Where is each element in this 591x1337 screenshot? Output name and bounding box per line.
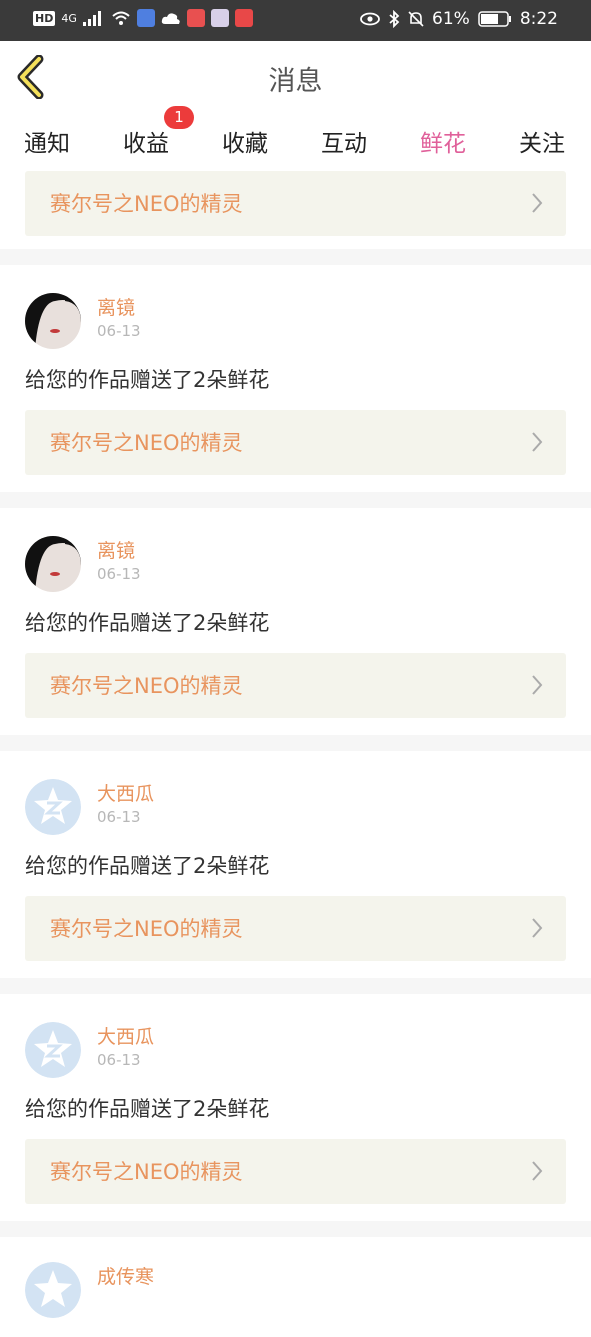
message-date: 06-13 <box>97 565 141 583</box>
list-item: 大西瓜 06-13 给您的作品赠送了2朵鲜花 赛尔号之NEO的精灵 <box>0 994 591 1221</box>
tab-bar: 通知 收益 收藏 互动 鲜花 关注 <box>0 113 591 173</box>
user-row: 大西瓜 06-13 <box>0 779 591 849</box>
list-item: 离镜 06-13 给您的作品赠送了2朵鲜花 赛尔号之NEO的精灵 <box>0 508 591 735</box>
mute-bell-icon <box>408 11 424 27</box>
work-link-text: 赛尔号之NEO的精灵 <box>50 431 243 455</box>
work-link[interactable]: 赛尔号之NEO的精灵 <box>25 1139 566 1204</box>
avatar[interactable] <box>25 779 81 835</box>
user-row: 离镜 06-13 <box>0 536 591 606</box>
user-name[interactable]: 成传寒 <box>97 1262 154 1289</box>
user-name[interactable]: 大西瓜 <box>97 1022 154 1049</box>
tab-favorites[interactable]: 收藏 <box>210 124 280 158</box>
chevron-right-icon <box>532 432 543 452</box>
status-bar: HD 4G 61% 8:22 <box>0 0 591 41</box>
list-item: 赛尔号之NEO的精灵 <box>0 167 591 249</box>
avatar[interactable] <box>25 536 81 592</box>
music-app-icon <box>136 9 155 27</box>
work-link-text: 赛尔号之NEO的精灵 <box>50 192 243 216</box>
work-link-text: 赛尔号之NEO的精灵 <box>50 674 243 698</box>
divider <box>0 1221 591 1237</box>
avatar[interactable] <box>25 293 81 349</box>
message-text: 给您的作品赠送了2朵鲜花 <box>25 611 270 635</box>
divider <box>0 249 591 265</box>
clock: 8:22 <box>519 9 558 29</box>
user-row: 大西瓜 06-13 <box>0 1022 591 1092</box>
cloud-icon <box>161 13 180 24</box>
battery-percent: 61% <box>432 9 470 29</box>
user-row: 离镜 06-13 <box>0 293 591 363</box>
work-link[interactable]: 赛尔号之NEO的精灵 <box>25 410 566 475</box>
message-text: 给您的作品赠送了2朵鲜花 <box>25 1097 270 1121</box>
tab-notifications[interactable]: 通知 <box>12 124 82 158</box>
list-item: 离镜 06-13 给您的作品赠送了2朵鲜花 赛尔号之NEO的精灵 <box>0 265 591 492</box>
user-name[interactable]: 离镜 <box>97 293 135 320</box>
work-link[interactable]: 赛尔号之NEO的精灵 <box>25 171 566 236</box>
signal-icon: 4G <box>61 11 77 25</box>
chevron-right-icon <box>532 918 543 938</box>
eye-icon <box>360 12 380 26</box>
avatar[interactable] <box>25 1262 81 1318</box>
work-link[interactable]: 赛尔号之NEO的精灵 <box>25 896 566 961</box>
tab-flowers-label: 鲜花 <box>420 131 466 157</box>
default-avatar-icon <box>25 1022 81 1078</box>
colorful-app-icon <box>210 9 229 27</box>
chevron-right-icon <box>532 193 543 213</box>
page-title: 消息 <box>268 66 323 97</box>
earnings-badge: 1 <box>164 106 194 129</box>
list-item: 成传寒 <box>0 1237 591 1337</box>
wifi-icon <box>112 11 130 25</box>
red-app-icon <box>186 9 205 27</box>
divider <box>0 978 591 994</box>
signal-bars-icon <box>82 11 101 26</box>
message-text: 给您的作品赠送了2朵鲜花 <box>25 368 270 392</box>
message-date: 06-13 <box>97 322 141 340</box>
hd-indicator: HD <box>33 10 56 26</box>
default-avatar-icon <box>25 779 81 835</box>
divider <box>0 492 591 508</box>
user-name[interactable]: 大西瓜 <box>97 779 154 806</box>
app-header: 消息 <box>0 41 591 114</box>
user-name[interactable]: 离镜 <box>97 536 135 563</box>
list-item: 大西瓜 06-13 给您的作品赠送了2朵鲜花 赛尔号之NEO的精灵 <box>0 751 591 978</box>
shop-app-icon <box>234 9 253 27</box>
tab-earnings[interactable]: 收益 <box>111 124 181 158</box>
work-link-text: 赛尔号之NEO的精灵 <box>50 917 243 941</box>
divider <box>0 735 591 751</box>
chevron-right-icon <box>532 675 543 695</box>
user-row: 成传寒 <box>0 1262 591 1332</box>
tab-interactions[interactable]: 互动 <box>309 124 379 158</box>
message-list: 赛尔号之NEO的精灵 离镜 06-13 给您的作品赠送了2朵鲜花 赛尔号之NEO… <box>0 167 591 1337</box>
work-link-text: 赛尔号之NEO的精灵 <box>50 1160 243 1184</box>
tab-flowers[interactable]: 鲜花 <box>408 124 478 173</box>
bluetooth-icon <box>389 10 400 28</box>
message-text: 给您的作品赠送了2朵鲜花 <box>25 854 270 878</box>
battery-icon <box>478 11 511 27</box>
avatar[interactable] <box>25 1022 81 1078</box>
work-link[interactable]: 赛尔号之NEO的精灵 <box>25 653 566 718</box>
tab-follow[interactable]: 关注 <box>507 124 577 158</box>
message-date: 06-13 <box>97 1051 141 1069</box>
message-date: 06-13 <box>97 808 141 826</box>
default-avatar-icon <box>25 1262 81 1318</box>
chevron-right-icon <box>532 1161 543 1181</box>
